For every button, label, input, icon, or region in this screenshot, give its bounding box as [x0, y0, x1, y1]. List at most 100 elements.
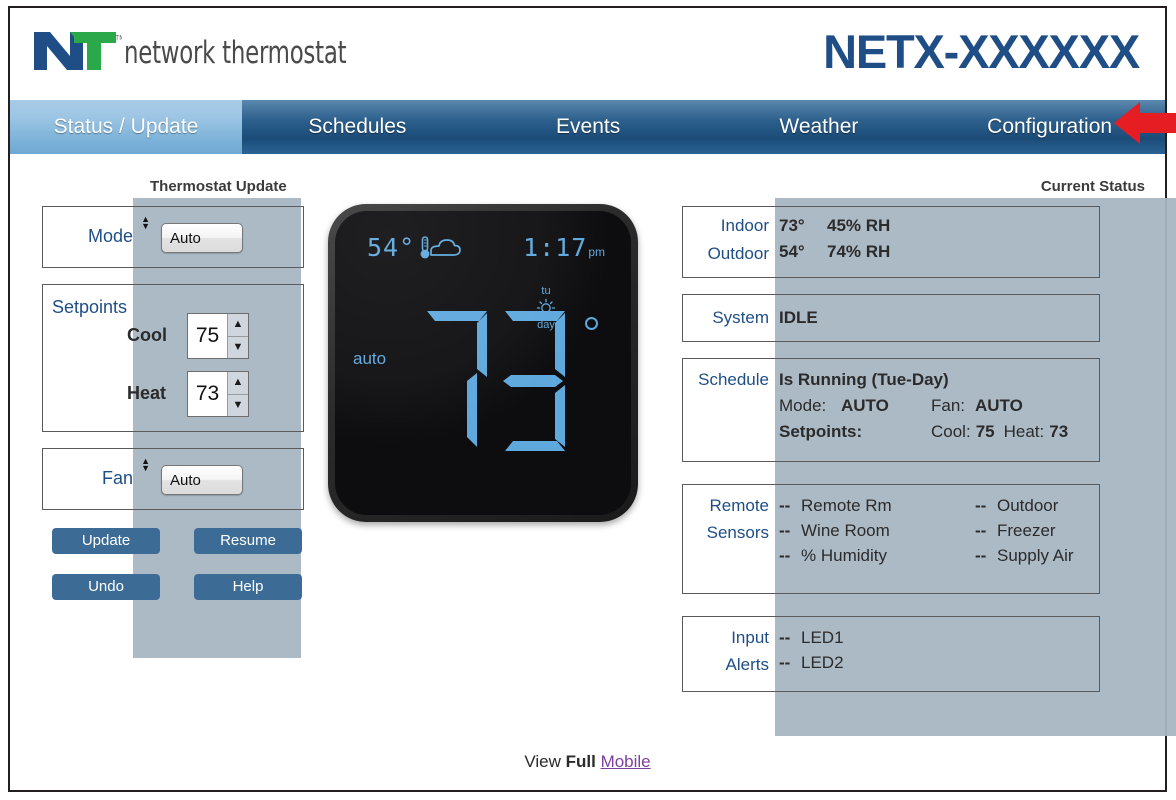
status-system-body: IDLE	[779, 295, 1095, 341]
remote-sensors-label-line2: Sensors	[706, 523, 769, 542]
status-schedule-box: Schedule Is Running (Tue-Day) Mode: AUTO…	[682, 358, 1100, 462]
page-frame: TM network thermostat NETX-XXXXXX Status…	[8, 6, 1176, 792]
status-temps-body: 73° 45% RH 54° 74% RH	[779, 207, 1095, 277]
schedule-heat-label: Heat:	[1003, 422, 1045, 441]
fan-select[interactable]: Auto	[161, 465, 243, 495]
outdoor-row: 54° 74% RH	[779, 242, 1095, 262]
resume-button[interactable]: Resume	[194, 528, 302, 554]
status-system-box: System IDLE	[682, 294, 1100, 342]
thermostat-day-abbrev: tu	[541, 285, 551, 297]
mode-select-chevrons-icon: ▲ ▼	[141, 214, 150, 231]
page-header: TM network thermostat NETX-XXXXXX	[10, 8, 1165, 96]
remote-sensor-name: % Humidity	[801, 546, 887, 565]
remote-sensor-row: -- Wine Room -- Freezer	[779, 521, 1095, 541]
fan-label: Fan	[101, 468, 133, 488]
remote-sensor-value: --	[779, 496, 791, 515]
remote-sensor-value: --	[975, 521, 987, 540]
update-button[interactable]: Update	[52, 528, 160, 554]
status-remote-sensors-box: Remote Sensors -- Remote Rm -- Outdoor -…	[682, 484, 1100, 594]
status-alerts-body: -- LED1 -- LED2	[779, 617, 1095, 691]
brand-logo[interactable]: TM network thermostat	[30, 28, 395, 72]
cool-setpoint-input[interactable]	[188, 314, 227, 358]
main-navigation: Status / Update Schedules Events Weather…	[10, 100, 1165, 154]
alert-value: --	[779, 628, 791, 647]
outdoor-temp: 54°	[779, 242, 805, 261]
cool-setpoint-label: Cool	[127, 325, 167, 345]
alert-value: --	[779, 653, 791, 672]
heat-setpoint-stepper[interactable]: ▲ ▼	[187, 371, 249, 417]
remote-sensor-value: --	[779, 521, 791, 540]
input-alerts-label-line1: Input	[731, 628, 769, 647]
cool-stepper-up-icon[interactable]: ▲	[228, 314, 248, 337]
thermometer-cloud-icon	[420, 235, 462, 258]
fan-row: Fan Auto ▲ ▼	[42, 448, 304, 510]
tab-schedules[interactable]: Schedules	[242, 100, 473, 154]
schedule-setpoints-label: Setpoints:	[779, 422, 863, 441]
trademark-symbol: TM	[115, 35, 122, 42]
cool-setpoint-stepper[interactable]: ▲ ▼	[187, 313, 249, 359]
remote-sensor-name: Outdoor	[997, 496, 1059, 515]
setpoints-label: Setpoints	[52, 297, 128, 317]
cool-stepper-buttons: ▲ ▼	[227, 314, 248, 358]
help-button[interactable]: Help	[194, 574, 302, 600]
schedule-mode-label: Mode:	[779, 396, 827, 415]
tab-weather[interactable]: Weather	[704, 100, 935, 154]
status-temps-box: Indoor Outdoor 73° 45% RH 54° 74% RH	[682, 206, 1100, 278]
setpoints-row: Setpoints Cool ▲ ▼ Heat ▲ ▼	[42, 284, 304, 432]
remote-sensor-name: Freezer	[997, 521, 1056, 540]
thermostat-degree-icon	[585, 317, 598, 330]
heat-stepper-buttons: ▲ ▼	[227, 372, 248, 416]
tab-status-update[interactable]: Status / Update	[10, 100, 242, 154]
device-title: NETX-XXXXXX	[823, 25, 1140, 78]
heat-setpoint-input[interactable]	[188, 372, 227, 416]
mode-row: Mode Auto ▲ ▼	[42, 206, 304, 268]
heat-stepper-up-icon[interactable]: ▲	[228, 372, 248, 395]
remote-sensor-value: --	[975, 496, 987, 515]
nt-logo-icon: TM	[34, 32, 122, 70]
thermostat-clock: 1:17 pm	[523, 233, 605, 262]
alert-name: LED1	[801, 628, 844, 647]
footer-view-label: View	[524, 752, 561, 771]
status-input-alerts-box: Input Alerts -- LED1 -- LED2	[682, 616, 1100, 692]
remote-sensor-row: -- Remote Rm -- Outdoor	[779, 496, 1095, 516]
remote-sensor-name: Remote Rm	[801, 496, 892, 515]
thermostat-screen: 54° 1:17 pm tu day auto	[335, 211, 631, 515]
schedule-mode-value: AUTO	[841, 396, 889, 415]
thermostat-current-temp-group	[421, 307, 598, 457]
indoor-row: 73° 45% RH	[779, 216, 1095, 236]
remote-sensor-value: --	[779, 546, 791, 565]
thermostat-device: 54° 1:17 pm tu day auto	[328, 204, 638, 522]
thermostat-current-temp	[427, 311, 565, 451]
schedule-mode-fan-row: Mode: AUTO Fan: AUTO	[779, 396, 1095, 416]
remote-sensor-name: Supply Air	[997, 546, 1074, 565]
schedule-label: Schedule	[698, 370, 769, 389]
schedule-setpoints-row: Setpoints: Cool: 75 Heat: 73	[779, 422, 1095, 442]
schedule-cool-value: 75	[975, 422, 995, 441]
app-window: TM network thermostat NETX-XXXXXX Status…	[0, 0, 1176, 800]
current-status-title: Current Status	[1040, 178, 1145, 195]
schedule-cool-label: Cool:	[931, 422, 971, 441]
thermostat-outdoor-temp: 54°	[367, 233, 416, 262]
thermostat-outdoor-reading: 54°	[367, 233, 463, 262]
outdoor-label: Outdoor	[707, 244, 769, 263]
fan-select-chevrons-icon: ▲ ▼	[141, 456, 150, 473]
schedule-state: Is Running (Tue-Day)	[779, 370, 949, 389]
indoor-temp: 73°	[779, 216, 805, 235]
status-schedule-body: Is Running (Tue-Day) Mode: AUTO Fan: AUT…	[779, 359, 1095, 461]
undo-button[interactable]: Undo	[52, 574, 160, 600]
input-alerts-label-line2: Alerts	[725, 655, 769, 674]
indoor-humidity: 45% RH	[827, 216, 891, 235]
tab-events[interactable]: Events	[473, 100, 704, 154]
status-remote-body: -- Remote Rm -- Outdoor -- Wine Room -- …	[779, 485, 1095, 593]
alert-row: -- LED2	[779, 653, 1095, 673]
system-label: System	[712, 308, 769, 327]
footer-mobile-link[interactable]: Mobile	[601, 752, 651, 771]
alert-row: -- LED1	[779, 628, 1095, 648]
indoor-label: Indoor	[720, 216, 769, 235]
mode-select[interactable]: Auto	[161, 223, 243, 253]
heat-stepper-down-icon[interactable]: ▼	[228, 395, 248, 417]
remote-sensor-name: Wine Room	[801, 521, 890, 540]
cool-stepper-down-icon[interactable]: ▼	[228, 337, 248, 359]
schedule-heat-value: 73	[1049, 422, 1069, 441]
tab-configuration[interactable]: Configuration	[934, 100, 1165, 154]
